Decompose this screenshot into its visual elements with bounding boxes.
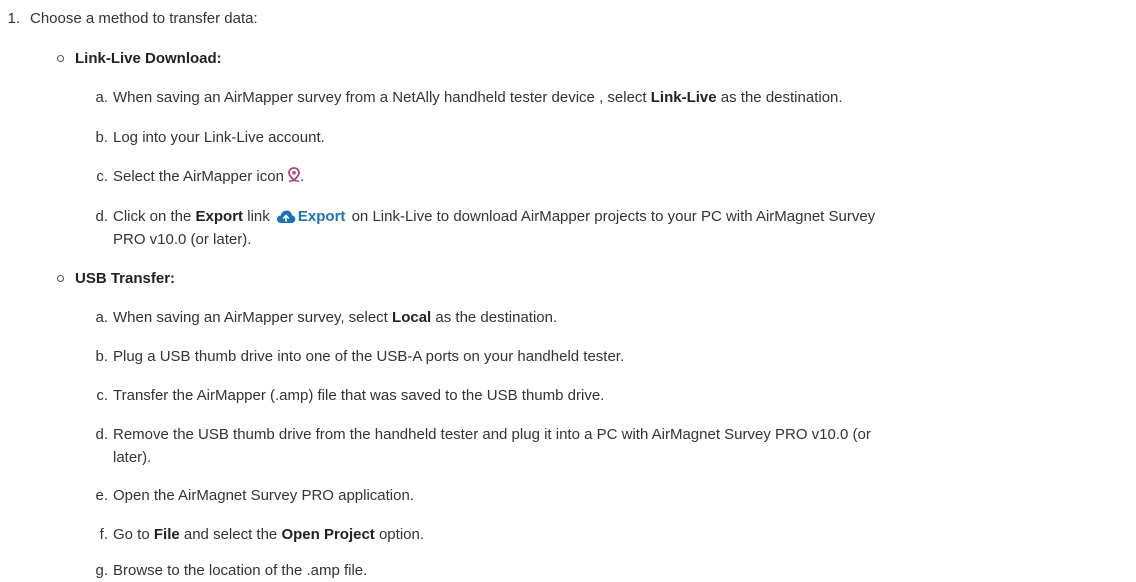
list-item: Browse to the location of the .amp file. [113,562,368,579]
method-title-usb-transfer: USB Transfer: [75,270,176,287]
item-letter: b. [95,129,108,146]
list-item: Transfer the AirMapper (.amp) file that … [113,387,605,404]
item-letter: d. [95,208,108,225]
list-item: When saving an AirMapper survey, select … [113,309,558,326]
item-letter: c. [96,387,108,404]
item-letter: e. [95,487,108,504]
list-item: When saving an AirMapper survey from a N… [113,89,843,106]
export-link[interactable]: Export [276,207,345,227]
item-letter: b. [95,348,108,365]
list-item: Plug a USB thumb drive into one of the U… [113,348,625,365]
airmapper-pin-icon [288,167,300,183]
cloud-upload-icon [276,209,296,224]
item-letter: g. [95,562,108,579]
bullet-circle [57,275,64,282]
instructions-document: 1. Choose a method to transfer data: Lin… [0,0,1136,582]
item-letter: d. [95,426,108,443]
list-item: Select the AirMapper icon . [113,167,305,185]
step-text: Choose a method to transfer data: [30,10,258,27]
bullet-circle [57,55,64,62]
item-letter: c. [96,168,108,185]
method-title-link-live: Link-Live Download: [75,50,222,67]
list-item: Remove the USB thumb drive from the hand… [113,426,871,443]
item-letter: a. [95,89,108,106]
step-number: 1. [7,10,20,27]
list-item: Click on the Export link Export on Link-… [113,207,876,227]
list-item: Go to File and select the Open Project o… [113,526,425,543]
item-letter: f. [99,526,108,543]
list-item: Open the AirMagnet Survey PRO applicatio… [113,487,414,504]
item-letter: a. [95,309,108,326]
list-item: Log into your Link-Live account. [113,129,325,146]
list-item-continuation: PRO v10.0 (or later). [113,231,252,248]
list-item-continuation: later). [113,449,152,466]
